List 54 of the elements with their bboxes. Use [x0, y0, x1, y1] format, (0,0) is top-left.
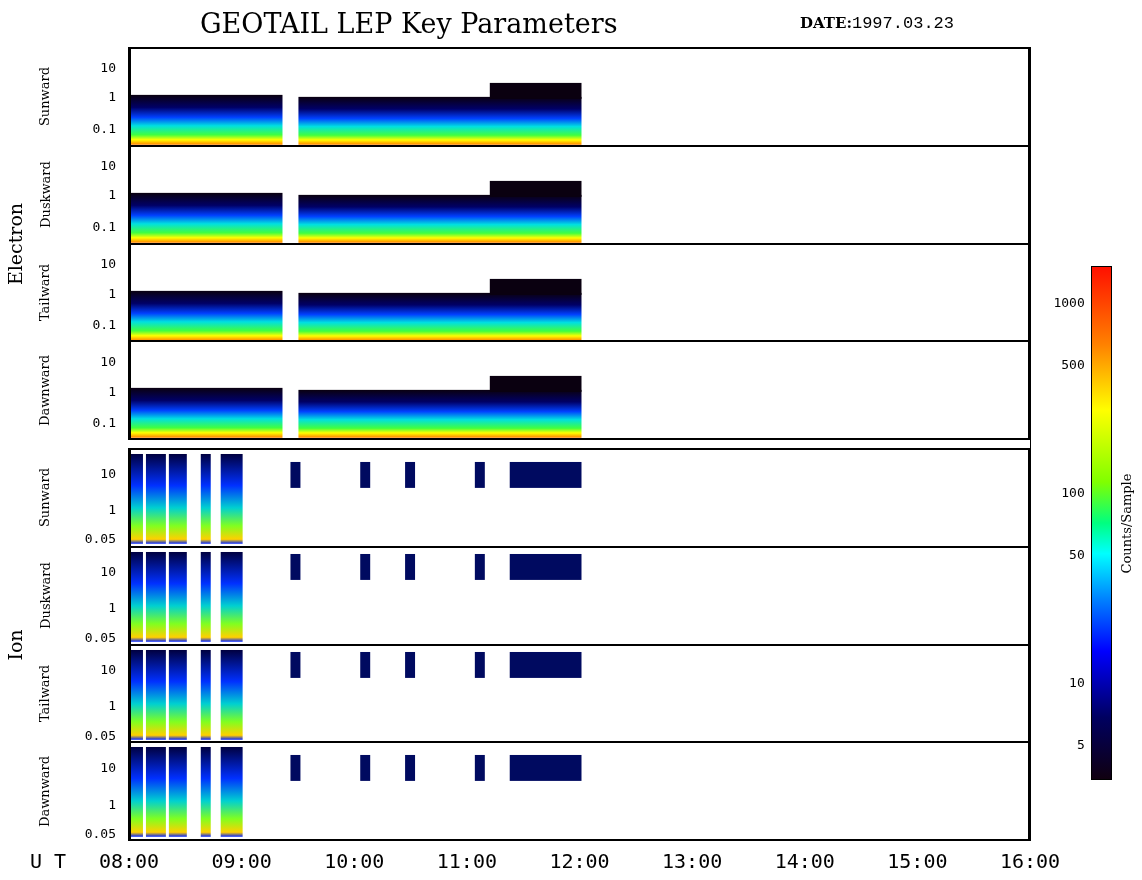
y-tick-label: 1 [108, 383, 116, 399]
y-tick-label: 1 [108, 501, 116, 517]
colorbar-tick-label: 5 [1076, 736, 1085, 752]
y-tick-label: 1 [108, 697, 116, 713]
colorbar-tick-label: 50 [1069, 546, 1085, 562]
y-tick-label: 0.1 [92, 120, 116, 136]
y-tick-label: 0.1 [92, 414, 116, 430]
y-tick-label: 1 [108, 796, 116, 812]
x-tick-label: 16:00 [999, 849, 1061, 873]
group-label: Electron [4, 202, 26, 285]
y-tick-label: 10 [100, 661, 116, 677]
x-tick-label: 15:00 [887, 849, 948, 873]
x-tick-label: 08:00 [98, 849, 160, 873]
y-tick-label: 10 [100, 465, 116, 481]
date-value: 1997.03.23 [851, 14, 954, 33]
colorbar-tick-label: 1000 [1053, 294, 1085, 310]
panel-label: Sunward [37, 467, 53, 527]
y-tick-label: 10 [100, 255, 116, 271]
y-tick-label: 0.1 [92, 316, 116, 332]
y-tick-label: 10 [100, 353, 116, 369]
y-tick-label: 10 [100, 563, 116, 579]
panel-label: Dawnward [37, 756, 53, 828]
y-tick-label: 0.1 [92, 218, 116, 234]
time-axis-label: U T [30, 849, 67, 873]
panel-label: Duskward [37, 562, 53, 629]
y-tick-label: 0.05 [84, 530, 116, 546]
panel-label: Tailward [37, 264, 53, 322]
panel-label: Duskward [37, 161, 53, 228]
panel-label: Dawnward [37, 355, 53, 427]
y-tick-label: 0.05 [84, 629, 116, 645]
y-tick-label: 1 [108, 285, 116, 301]
y-tick-label: 1 [108, 88, 116, 104]
colorbar-label: Counts/Sample [1119, 473, 1135, 573]
chart-title: GEOTAIL LEP Key Parameters [200, 8, 619, 39]
colorbar-tick-label: 100 [1061, 484, 1085, 500]
y-tick-label: 10 [100, 59, 116, 75]
date-label: DATE: [800, 14, 852, 32]
x-tick-label: 14:00 [774, 849, 835, 873]
x-tick-label: 10:00 [324, 849, 385, 873]
y-tick-label: 10 [100, 157, 116, 173]
y-tick-label: 10 [100, 759, 116, 775]
colorbar-tick-label: 500 [1061, 356, 1085, 372]
x-tick-label: 09:00 [211, 849, 272, 873]
y-tick-label: 0.05 [84, 825, 116, 841]
y-tick-label: 1 [108, 599, 116, 615]
x-tick-label: 11:00 [436, 849, 497, 873]
group-label: Ion [4, 628, 26, 661]
y-tick-label: 1 [108, 186, 116, 202]
y-tick-label: 0.05 [84, 727, 116, 743]
x-tick-label: 13:00 [662, 849, 723, 873]
colorbar-tick-label: 10 [1069, 674, 1085, 690]
x-tick-label: 12:00 [549, 849, 610, 873]
panel-label: Sunward [37, 66, 53, 126]
panel-label: Tailward [37, 665, 53, 723]
